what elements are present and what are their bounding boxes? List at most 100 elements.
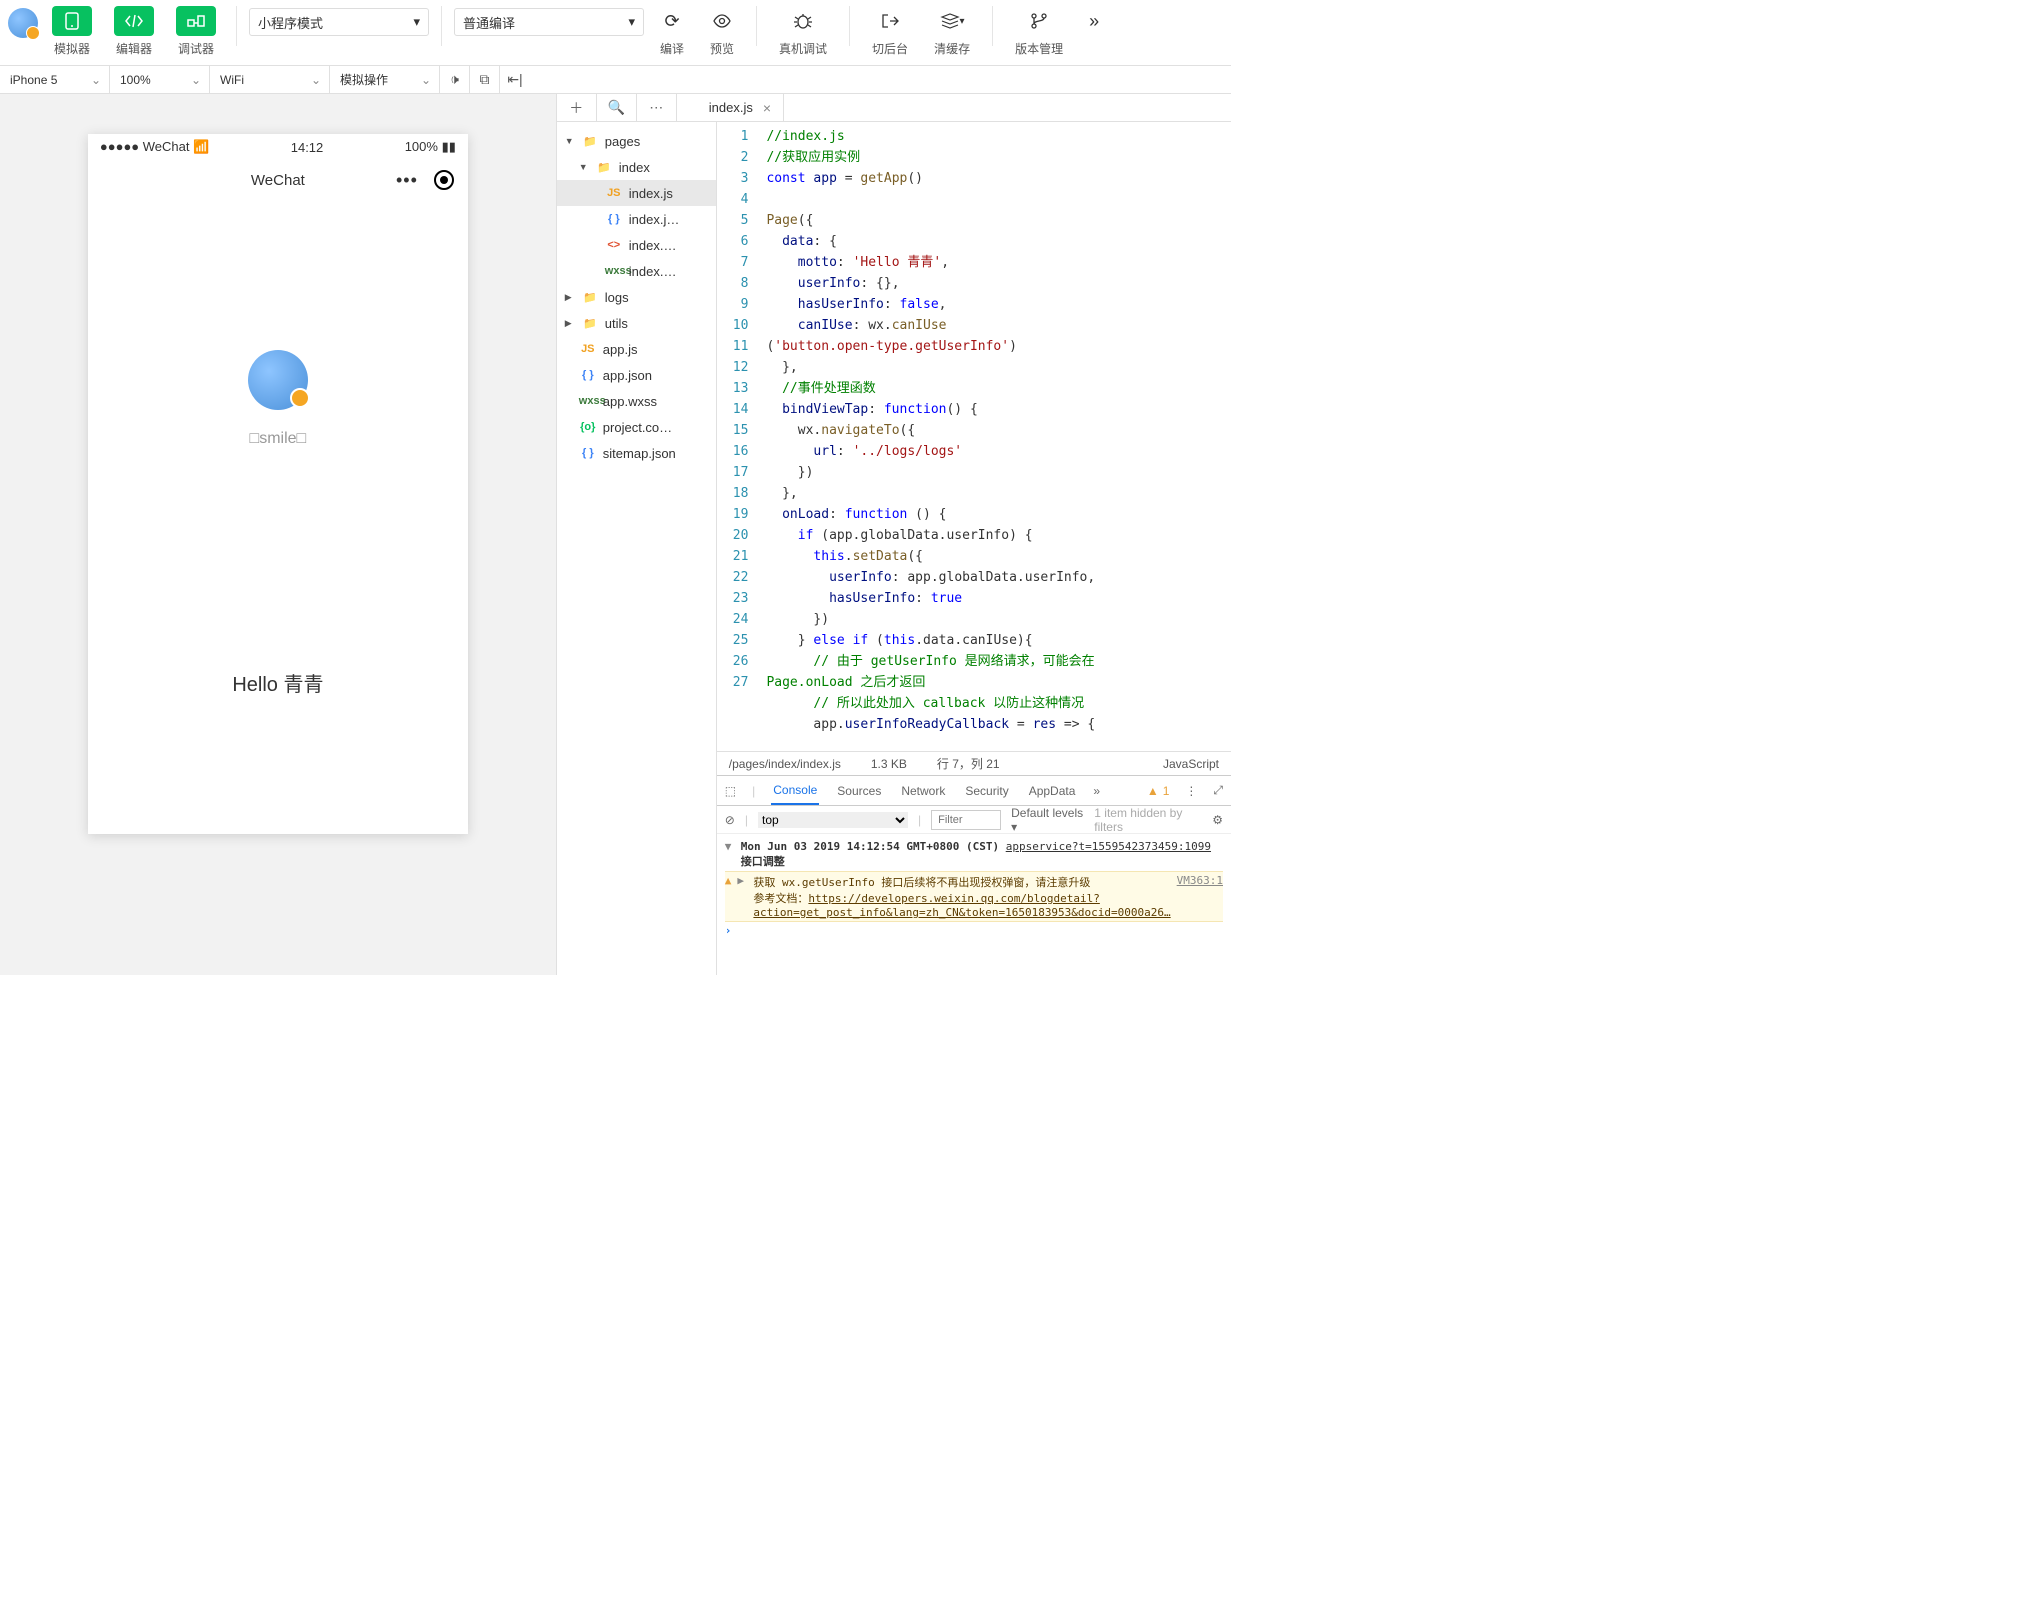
tab-network[interactable]: Network <box>899 776 947 805</box>
more-icon[interactable]: ⋯ <box>637 94 677 121</box>
compile-select[interactable]: 普通编译 ▾ <box>454 8 644 36</box>
tab-security[interactable]: Security <box>963 776 1010 805</box>
inspect-icon[interactable]: ⬚ <box>725 784 736 798</box>
levels-select[interactable]: Default levels ▾ <box>1011 806 1084 834</box>
line-gutter: 1234567891011121314151617181920212223242… <box>717 122 759 751</box>
tree-file-appwxss[interactable]: wxssapp.wxss <box>557 388 716 414</box>
console-row[interactable]: ▼ Mon Jun 03 2019 14:12:54 GMT+0800 (CST… <box>725 838 1223 871</box>
wifi-icon: 📶 <box>193 139 209 154</box>
debugger-button[interactable]: 调试器 <box>168 6 224 57</box>
collapse-icon[interactable]: ⇤| <box>500 66 530 93</box>
code-editor[interactable]: 1234567891011121314151617181920212223242… <box>717 122 1231 975</box>
user-avatar[interactable] <box>8 8 38 38</box>
version-label: 版本管理 <box>1015 40 1063 57</box>
tab-appdata[interactable]: AppData <box>1027 776 1078 805</box>
context-select[interactable]: top <box>758 812 908 828</box>
tab-label: index.js <box>709 100 753 115</box>
editor-button[interactable]: 编辑器 <box>106 6 162 57</box>
tree-folder-index[interactable]: ▼📁index <box>557 154 716 180</box>
more-button[interactable]: » <box>1079 6 1109 36</box>
menu-dots-icon[interactable]: ••• <box>396 170 418 191</box>
user-avatar-large[interactable] <box>248 350 308 410</box>
warn-doc-label: 参考文档： <box>753 892 808 905</box>
simulator-button[interactable]: 模拟器 <box>44 6 100 57</box>
clear-console-icon[interactable]: ⊘ <box>725 813 735 827</box>
simulator-label: 模拟器 <box>54 40 90 57</box>
compile-button[interactable]: ⟳ 编译 <box>650 6 694 57</box>
tree-label: logs <box>605 290 629 305</box>
network-label: WiFi <box>220 73 244 87</box>
version-button[interactable]: 版本管理 <box>1005 6 1073 57</box>
tree-folder-utils[interactable]: ▶📁utils <box>557 310 716 336</box>
device-select[interactable]: iPhone 5⌄ <box>0 66 110 93</box>
close-target-icon[interactable] <box>434 170 454 190</box>
tree-file-appjs[interactable]: JSapp.js <box>557 336 716 362</box>
debugger-label: 调试器 <box>178 40 214 57</box>
status-path: /pages/index/index.js <box>729 757 841 771</box>
tree-file-indexwxml[interactable]: <>index.… <box>557 232 716 258</box>
background-button[interactable]: 切后台 <box>862 6 918 57</box>
mode-select[interactable]: 小程序模式 ▾ <box>249 8 429 36</box>
tree-folder-pages[interactable]: ▼📁pages <box>557 128 716 154</box>
warn-url[interactable]: https://developers.weixin.qq.com/blogdet… <box>753 892 1170 919</box>
caret-down-icon: ⌄ <box>91 73 101 87</box>
preview-button[interactable]: 预览 <box>700 6 744 57</box>
debug-icon <box>176 6 216 36</box>
phone-icon <box>52 6 92 36</box>
carrier-label: ●●●●● WeChat 📶 <box>100 139 209 155</box>
tree-label: app.js <box>603 342 638 357</box>
branch-icon <box>1029 6 1049 36</box>
console-row-warn[interactable]: ▲ ▶ 获取 wx.getUserInfo 接口后续将不再出现授权弹窗，请注意升… <box>725 871 1223 922</box>
tree-file-sitemap[interactable]: { }sitemap.json <box>557 440 716 466</box>
top-toolbar: 模拟器 编辑器 调试器 小程序模式 ▾ 普通编译 ▾ ⟳ 编译 预览 <box>0 0 1231 66</box>
phone-frame: ●●●●● WeChat 📶 14:12 100% ▮▮ WeChat ••• … <box>88 134 468 834</box>
tree-file-appjson[interactable]: { }app.json <box>557 362 716 388</box>
tree-label: pages <box>605 134 640 149</box>
simop-label: 模拟操作 <box>340 71 388 88</box>
layers-icon: ▾ <box>940 6 965 36</box>
phone-body: □smile□ Hello 青青 <box>88 200 468 834</box>
simop-select[interactable]: 模拟操作⌄ <box>330 66 440 93</box>
close-icon[interactable]: × <box>763 100 771 116</box>
caret-down-icon: ⌄ <box>311 73 321 87</box>
separator <box>441 6 442 46</box>
separator <box>756 6 757 46</box>
mute-icon[interactable]: 🕩 <box>440 66 470 93</box>
caret-down-icon: ▾ <box>628 14 635 30</box>
devtools-dock-icon[interactable]: ⤢ <box>1213 783 1223 798</box>
zoom-select[interactable]: 100%⌄ <box>110 66 210 93</box>
tree-label: index.… <box>629 264 677 279</box>
devtools-menu-icon[interactable]: ⋮ <box>1185 784 1197 798</box>
exit-icon <box>880 6 900 36</box>
warn-source[interactable]: VM363:1 <box>1177 874 1223 887</box>
tree-folder-logs[interactable]: ▶📁logs <box>557 284 716 310</box>
network-select[interactable]: WiFi ⌄ <box>210 66 330 93</box>
log-link[interactable]: appservice?t=1559542373459:1099 <box>1006 840 1211 853</box>
tree-file-indexjson[interactable]: { }index.j… <box>557 206 716 232</box>
tab-sources[interactable]: Sources <box>835 776 883 805</box>
console-prompt[interactable]: › <box>725 922 1223 939</box>
tree-label: index.… <box>629 238 677 253</box>
tab-console[interactable]: Console <box>771 776 819 805</box>
more-tabs-icon[interactable]: » <box>1093 784 1100 798</box>
background-label: 切后台 <box>872 40 908 57</box>
detach-icon[interactable]: ⧉ <box>470 66 500 93</box>
warn-text: 获取 wx.getUserInfo 接口后续将不再出现授权弹窗，请注意升级 <box>753 876 1090 889</box>
nickname-label: □smile□ <box>250 430 307 448</box>
file-tree: ▼📁pages ▼📁index JSindex.js { }index.j… <… <box>557 122 717 975</box>
real-device-button[interactable]: 真机调试 <box>769 6 837 57</box>
refresh-icon: ⟳ <box>664 6 679 36</box>
editor-tab-indexjs[interactable]: index.js × <box>697 94 784 121</box>
tree-file-indexjs[interactable]: JSindex.js <box>557 180 716 206</box>
tree-label: utils <box>605 316 628 331</box>
tree-file-project[interactable]: {o}project.co… <box>557 414 716 440</box>
warn-badge[interactable]: ▲ 1 <box>1147 784 1170 798</box>
filter-input[interactable] <box>931 810 1001 830</box>
gear-icon[interactable]: ⚙ <box>1212 813 1223 827</box>
compile-select-label: 普通编译 <box>463 13 515 32</box>
new-file-icon[interactable]: ＋ <box>557 94 597 121</box>
tree-file-indexwxss[interactable]: wxssindex.… <box>557 258 716 284</box>
clear-cache-button[interactable]: ▾ 清缓存 <box>924 6 980 57</box>
code-lines[interactable]: //index.js//获取应用实例const app = getApp() P… <box>758 122 1103 751</box>
search-icon[interactable]: 🔍 <box>597 94 637 121</box>
